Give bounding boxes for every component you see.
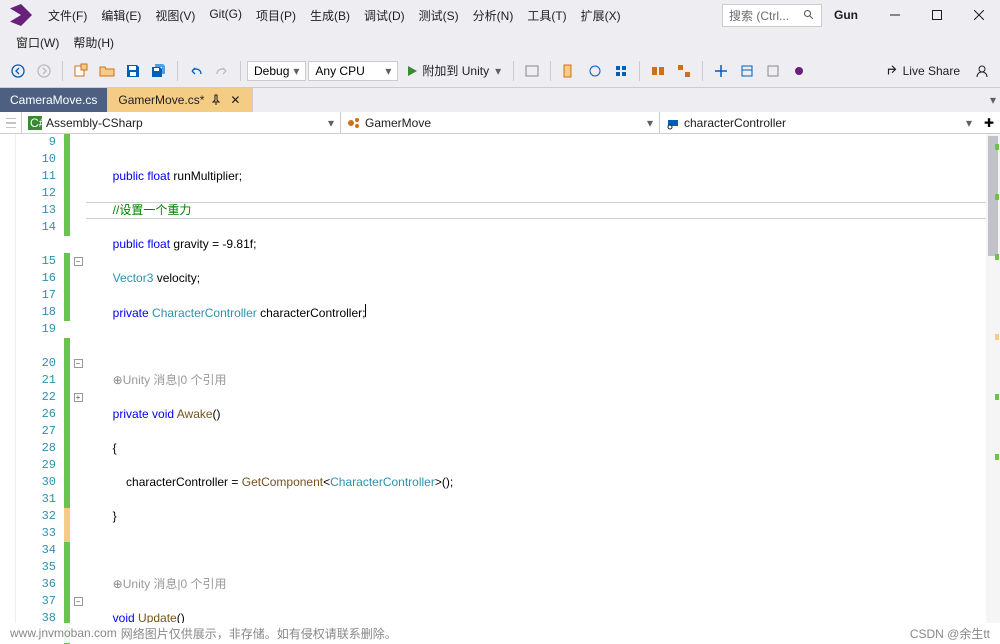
folding-strip[interactable]: − − + − (70, 134, 86, 623)
svg-text:C#: C# (30, 116, 42, 130)
unity-message-icon: ⊕ (113, 373, 123, 387)
pin-icon[interactable] (210, 94, 222, 106)
title-bar: 文件(F) 编辑(E) 视图(V) Git(G) 项目(P) 生成(B) 调试(… (0, 0, 1000, 30)
toolbar-icon-6[interactable] (672, 59, 696, 83)
menu-analyze[interactable]: 分析(N) (467, 3, 520, 28)
toolbar-separator (240, 61, 241, 81)
toolbar-separator (639, 61, 640, 81)
code-text-area[interactable]: public float runMultiplier; //设置一个重力 pub… (86, 134, 1000, 623)
nav-class-dropdown[interactable]: GamerMove▾ (341, 112, 660, 133)
toolbar-icon-3[interactable] (583, 59, 607, 83)
toolbar-icon-2[interactable] (557, 59, 581, 83)
unity-message-icon: ⊕ (113, 577, 123, 591)
search-placeholder: 搜索 (Ctrl... (729, 7, 789, 24)
run-button[interactable]: 附加到 Unity▾ (400, 60, 507, 81)
watermark-credit: CSDN @余生tt (910, 625, 990, 642)
close-button[interactable] (962, 3, 996, 27)
back-button[interactable] (6, 59, 30, 83)
save-button[interactable] (121, 59, 145, 83)
close-tab-button[interactable]: ✕ (228, 93, 242, 107)
fold-plus-icon[interactable]: + (74, 393, 83, 402)
menu-project[interactable]: 项目(P) (250, 3, 302, 28)
platform-dropdown[interactable]: Any CPU▾ (308, 61, 398, 81)
navigation-bar: C# Assembly-CSharp▾ GamerMove▾ character… (0, 112, 1000, 134)
code-editor[interactable]: 910 1112 1314 15 1617 1819 20 2122 2627 … (0, 134, 1000, 623)
menu-row-2: 窗口(W) 帮助(H) (0, 30, 1000, 54)
fold-minus-icon[interactable]: − (74, 597, 83, 606)
tab-cameramove[interactable]: CameraMove.cs (0, 88, 108, 112)
live-share-button[interactable]: Live Share (877, 62, 968, 80)
visual-studio-logo-icon (10, 4, 32, 26)
open-file-button[interactable] (95, 59, 119, 83)
toolbar-icon-5[interactable] (646, 59, 670, 83)
nav-toggle-button[interactable] (0, 112, 22, 133)
fold-minus-icon[interactable]: − (74, 257, 83, 266)
config-dropdown[interactable]: Debug▾ (247, 61, 306, 81)
csharp-project-icon: C# (28, 116, 42, 130)
breakpoint-margin[interactable] (0, 134, 16, 623)
new-project-button[interactable] (69, 59, 93, 83)
vertical-scrollbar[interactable] (986, 134, 1000, 623)
solution-name: Gun (826, 4, 866, 26)
menu-file[interactable]: 文件(F) (42, 3, 93, 28)
toolbar-separator (177, 61, 178, 81)
watermark-domain: www.jnvmoban.com (10, 626, 117, 640)
redo-button[interactable] (210, 59, 234, 83)
toolbar-separator (513, 61, 514, 81)
footer-watermark: www.jnvmoban.com 网络图片仅供展示，非存储。如有侵权请联系删除。… (0, 623, 1000, 643)
undo-button[interactable] (184, 59, 208, 83)
toolbar-icon-8[interactable] (735, 59, 759, 83)
menu-view[interactable]: 视图(V) (149, 3, 201, 28)
main-menu: 文件(F) 编辑(E) 视图(V) Git(G) 项目(P) 生成(B) 调试(… (42, 3, 627, 28)
feedback-button[interactable] (970, 59, 994, 83)
watermark-note: 网络图片仅供展示，非存储。如有侵权请联系删除。 (121, 625, 397, 642)
field-icon (666, 116, 680, 130)
toolbar-icon-1[interactable] (520, 59, 544, 83)
nav-split-button[interactable]: ✚ (978, 112, 1000, 133)
search-input[interactable]: 搜索 (Ctrl... (722, 4, 822, 27)
toolbar-icon-7[interactable] (709, 59, 733, 83)
menu-git[interactable]: Git(G) (203, 3, 248, 28)
menu-debug[interactable]: 调试(D) (358, 3, 411, 28)
nav-project-dropdown[interactable]: C# Assembly-CSharp▾ (22, 112, 341, 133)
toolbar-separator (550, 61, 551, 81)
line-number-gutter: 910 1112 1314 15 1617 1819 20 2122 2627 … (16, 134, 64, 623)
menu-extensions[interactable]: 扩展(X) (575, 3, 627, 28)
menu-help[interactable]: 帮助(H) (67, 30, 120, 55)
toolbar-separator (62, 61, 63, 81)
window-controls (878, 3, 996, 27)
nav-member-dropdown[interactable]: characterController▾ (660, 112, 978, 133)
maximize-button[interactable] (920, 3, 954, 27)
toolbar-icon-10[interactable] (787, 59, 811, 83)
search-icon (803, 9, 815, 21)
menu-edit[interactable]: 编辑(E) (95, 3, 147, 28)
main-toolbar: Debug▾ Any CPU▾ 附加到 Unity▾ Live Share (0, 54, 1000, 88)
live-share-icon (885, 64, 899, 78)
fold-minus-icon[interactable]: − (74, 359, 83, 368)
tab-overflow-button[interactable]: ▾ (990, 93, 996, 107)
tab-gamermove[interactable]: GamerMove.cs* ✕ (108, 88, 253, 112)
toolbar-separator (702, 61, 703, 81)
minimize-button[interactable] (878, 3, 912, 27)
menu-tools[interactable]: 工具(T) (521, 3, 572, 28)
class-icon (347, 116, 361, 130)
menu-window[interactable]: 窗口(W) (10, 30, 65, 55)
document-tabs: CameraMove.cs GamerMove.cs* ✕ ▾ (0, 88, 1000, 112)
toolbar-icon-9[interactable] (761, 59, 785, 83)
menu-build[interactable]: 生成(B) (304, 3, 356, 28)
save-all-button[interactable] (147, 59, 171, 83)
toolbar-icon-4[interactable] (609, 59, 633, 83)
forward-button[interactable] (32, 59, 56, 83)
menu-test[interactable]: 测试(S) (413, 3, 465, 28)
